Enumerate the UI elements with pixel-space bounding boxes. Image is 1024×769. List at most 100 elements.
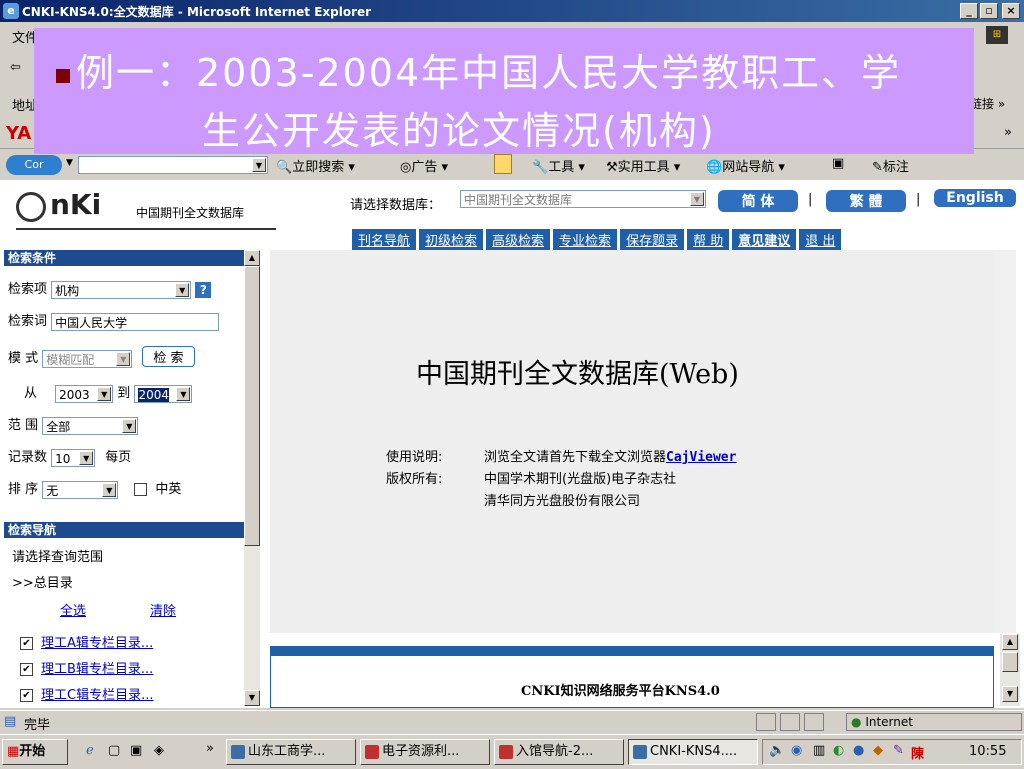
- page-scrollbar[interactable]: ▲ ▼: [1000, 634, 1020, 706]
- footer-text: CNKI知识网络服务平台KNS4.0: [521, 684, 720, 699]
- clear-link[interactable]: 清除: [150, 600, 176, 619]
- cn-en-checkbox[interactable]: [134, 483, 148, 496]
- tray-pen-icon[interactable]: ✎: [893, 743, 904, 758]
- chevron-down-icon[interactable]: ▼: [66, 158, 73, 168]
- toolbar-icon[interactable]: [494, 154, 512, 174]
- ads-button[interactable]: ◎广告 ▾: [400, 156, 448, 175]
- sort-select[interactable]: 无 ▼: [42, 480, 119, 499]
- bookmark-button[interactable]: ✎标注: [872, 156, 909, 175]
- db-select-label: 请选择数据库：: [350, 198, 442, 213]
- range-select[interactable]: 全部 ▼: [42, 416, 139, 435]
- bullet-icon: [56, 68, 70, 83]
- nav-root[interactable]: >>总目录: [12, 572, 73, 591]
- lang-english-button[interactable]: English: [934, 189, 1016, 207]
- close-button[interactable]: ×: [1002, 3, 1020, 19]
- ie-quicklaunch-icon[interactable]: ℯ: [86, 743, 94, 758]
- nav-basic-search[interactable]: 初级检索: [419, 229, 484, 250]
- speaker-icon[interactable]: 🔈: [769, 743, 785, 758]
- lang-traditional-button[interactable]: 繁 體: [826, 190, 906, 212]
- scroll-down-icon[interactable]: ▼: [1002, 686, 1018, 702]
- site-nav-button[interactable]: 🌐网站导航 ▾: [706, 156, 785, 175]
- left-scrollbar[interactable]: ▲ ▼: [244, 250, 260, 706]
- taskbar: ▦开始 ℯ ▢ ▣ ◈ » 山东工商学... 电子资源利... 入馆导航-2..…: [0, 734, 1024, 769]
- ie-page-icon: [231, 744, 245, 759]
- search-button[interactable]: 检 索: [142, 346, 195, 367]
- scroll-up-icon[interactable]: ▲: [1002, 634, 1018, 650]
- minimize-button[interactable]: _: [960, 3, 978, 19]
- window-icon[interactable]: ▣: [832, 156, 844, 171]
- tray-app-icon[interactable]: ●: [853, 743, 864, 758]
- pen-icon: ✎: [872, 160, 883, 175]
- search-toolbar-button[interactable]: 🔍立即搜索 ▾: [276, 156, 355, 175]
- network-icon[interactable]: ▥: [813, 743, 825, 758]
- nav-item[interactable]: ✔ 理工B辑专栏目录...: [20, 658, 153, 677]
- task-button[interactable]: 山东工商学...: [226, 739, 356, 765]
- separator: |: [916, 192, 921, 207]
- messenger-quicklaunch-icon[interactable]: ◈: [154, 743, 164, 758]
- scroll-down-icon[interactable]: ▼: [244, 690, 260, 706]
- nav-feedback[interactable]: 意见建议: [732, 229, 797, 250]
- mode-select[interactable]: 模糊匹配 ▼: [42, 349, 133, 368]
- term-row: 检索词 中国人民大学: [8, 310, 220, 331]
- to-year-select[interactable]: 2004 ▼: [134, 384, 193, 403]
- nav-help[interactable]: 帮 助: [687, 229, 730, 250]
- slide-title-line2: 生公开发表的论文情况(机构): [202, 109, 716, 153]
- page-icon: ▤: [4, 714, 17, 729]
- status-pane: [804, 713, 824, 731]
- search-engine-icon[interactable]: Cor: [6, 155, 62, 175]
- links-label[interactable]: 链接 »: [970, 95, 1005, 112]
- checkbox-checked[interactable]: ✔: [20, 663, 33, 676]
- scroll-thumb[interactable]: [244, 266, 260, 546]
- from-year-select[interactable]: 2003 ▼: [55, 384, 114, 403]
- maximize-button[interactable]: ▫: [980, 3, 998, 19]
- ie-page-icon: [633, 744, 647, 759]
- scroll-up-icon[interactable]: ▲: [244, 250, 260, 266]
- toolbar-more[interactable]: »: [1004, 125, 1012, 140]
- field-select[interactable]: 机构 ▼: [51, 280, 192, 299]
- status-pane: [780, 713, 800, 731]
- start-button[interactable]: ▦开始: [2, 739, 68, 765]
- tray-app-icon[interactable]: ◉: [791, 743, 802, 758]
- nav-expert-search[interactable]: 专业检索: [553, 229, 618, 250]
- task-button[interactable]: 入馆导航-2...: [494, 739, 624, 765]
- search-conditions-header: 检索条件: [4, 250, 260, 266]
- task-button-active[interactable]: CNKI-KNS4....: [628, 739, 758, 765]
- db-select[interactable]: 中国期刊全文数据库 ▼: [460, 190, 706, 208]
- nav-saved-records[interactable]: 保存题录: [620, 229, 685, 250]
- search-toolbar-input[interactable]: ▼: [78, 156, 268, 174]
- search-icon: 🔍: [276, 160, 293, 175]
- tray-app-icon[interactable]: ◐: [833, 743, 844, 758]
- separator: |: [808, 192, 813, 207]
- help-icon[interactable]: ?: [195, 281, 212, 298]
- main-scroll-gutter: [994, 250, 1016, 633]
- tray-app-icon[interactable]: ◆: [873, 743, 883, 758]
- practical-tools-button[interactable]: ⚒实用工具 ▾: [606, 156, 680, 175]
- select-all-link[interactable]: 全选: [60, 600, 86, 619]
- explorer-quicklaunch-icon[interactable]: ▢: [108, 743, 120, 758]
- quicklaunch-more[interactable]: »: [206, 741, 214, 756]
- ime-indicator[interactable]: 陳: [911, 743, 924, 762]
- tools-button[interactable]: 🔧工具 ▾: [532, 156, 585, 175]
- cnki-logo: nKi 中国期刊全文数据库: [16, 188, 276, 238]
- scroll-thumb[interactable]: [1002, 652, 1018, 672]
- nav-journal-title[interactable]: 刊名导航: [352, 229, 417, 250]
- mode-row: 模 式 模糊匹配 ▼ 检 索: [8, 346, 195, 368]
- tools-icon: ⚒: [606, 160, 618, 175]
- checkbox-checked[interactable]: ✔: [20, 637, 33, 650]
- desktop-quicklaunch-icon[interactable]: ▣: [130, 743, 142, 758]
- year-row: 从 2003 ▼ 到 2004 ▼: [24, 382, 193, 403]
- nav-advanced-search[interactable]: 高级检索: [486, 229, 551, 250]
- cajviewer-link[interactable]: CajViewer: [666, 450, 736, 465]
- nav-exit[interactable]: 退 出: [799, 229, 842, 250]
- yahoo-logo: YA: [6, 123, 32, 144]
- lang-simplified-button[interactable]: 简 体: [718, 190, 798, 212]
- records-select[interactable]: 10 ▼: [51, 448, 96, 467]
- task-button[interactable]: 电子资源利...: [360, 739, 490, 765]
- title-bar: e CNKI-KNS4.0:全文数据库 - Microsoft Internet…: [0, 0, 1024, 22]
- back-icon[interactable]: ⇦: [10, 60, 21, 75]
- nav-item[interactable]: ✔ 理工C辑专栏目录...: [20, 684, 153, 703]
- term-input[interactable]: 中国人民大学: [51, 312, 220, 331]
- search-nav-header: 检索导航: [4, 522, 256, 538]
- nav-item[interactable]: ✔ 理工A辑专栏目录...: [20, 632, 153, 651]
- checkbox-checked[interactable]: ✔: [20, 689, 33, 702]
